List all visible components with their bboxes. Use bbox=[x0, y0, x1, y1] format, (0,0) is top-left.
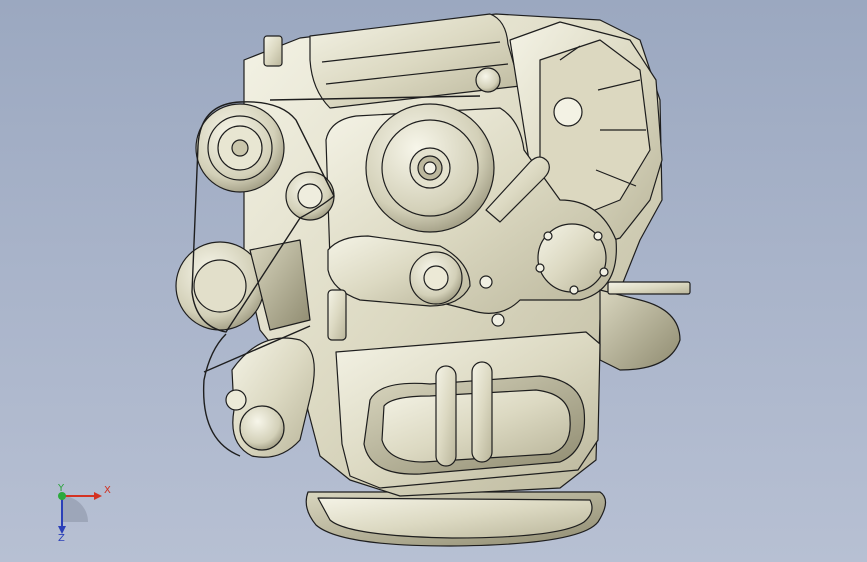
exhaust-manifold bbox=[599, 289, 681, 371]
x-axis-label: X bbox=[104, 485, 111, 496]
z-axis-label: Z bbox=[58, 533, 65, 544]
y-axis-label: Y bbox=[58, 483, 65, 494]
engine-model[interactable] bbox=[0, 0, 867, 562]
cad-graphics-viewport[interactable]: X Y Z bbox=[0, 0, 867, 562]
coordinate-triad: X Y Z bbox=[40, 478, 120, 550]
